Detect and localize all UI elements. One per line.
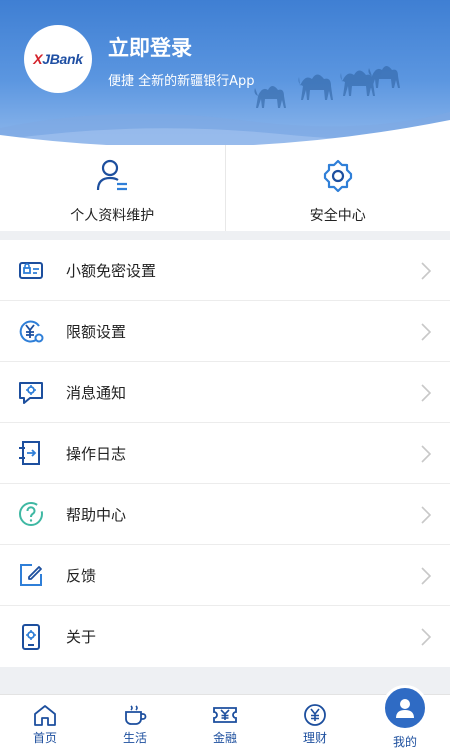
tab-label: 生活 (123, 729, 147, 746)
profile-maintenance-label: 个人资料维护 (70, 205, 154, 225)
menu-item-message-notification[interactable]: 消息通知 (0, 362, 450, 423)
tab-mine[interactable]: 我的 (360, 695, 450, 751)
xjbank-logo: XJBank (24, 25, 92, 93)
chevron-right-icon (420, 566, 432, 586)
user-icon (393, 696, 417, 720)
bottom-tab-bar: 首页 生活 金融 理财 我的 (0, 694, 450, 751)
yuan-gear-icon (16, 316, 46, 346)
active-tab-badge (382, 685, 428, 731)
quick-actions: 个人资料维护 安全中心 (0, 145, 450, 231)
chevron-right-icon (420, 627, 432, 647)
menu-item-help-center[interactable]: 帮助中心 (0, 484, 450, 545)
chevron-right-icon (420, 444, 432, 464)
menu-label: 反馈 (66, 565, 96, 586)
tab-label: 理财 (303, 729, 327, 746)
cup-icon (122, 703, 148, 727)
phone-gear-icon (16, 622, 46, 652)
menu-label: 帮助中心 (66, 504, 126, 525)
home-icon (32, 703, 58, 727)
tab-life[interactable]: 生活 (90, 695, 180, 751)
tab-label: 首页 (33, 729, 57, 746)
message-gear-icon (16, 377, 46, 407)
chevron-right-icon (420, 383, 432, 403)
logo-x: X (33, 51, 42, 67)
chevron-right-icon (420, 322, 432, 342)
yuan-circle-icon (302, 703, 328, 727)
menu-label: 限额设置 (66, 321, 126, 342)
chevron-right-icon (420, 261, 432, 281)
tab-label: 金融 (213, 729, 237, 746)
settings-menu: 小额免密设置 限额设置 消息通知 (0, 240, 450, 667)
menu-item-small-amount-password-free[interactable]: 小额免密设置 (0, 240, 450, 301)
tab-finance[interactable]: 金融 (180, 695, 270, 751)
login-subtitle: 便捷 全新的新疆银行App (108, 70, 255, 89)
log-arrow-icon (16, 438, 46, 468)
feedback-edit-icon (16, 560, 46, 590)
menu-label: 消息通知 (66, 382, 126, 403)
tab-wealth[interactable]: 理财 (270, 695, 360, 751)
menu-label: 操作日志 (66, 443, 126, 464)
menu-label: 小额免密设置 (66, 260, 156, 281)
help-icon (16, 499, 46, 529)
login-header[interactable]: XJBank 立即登录 便捷 全新的新疆银行App (0, 0, 450, 145)
security-center-label: 安全中心 (310, 205, 366, 225)
yuan-ticket-icon (211, 703, 239, 727)
logo-bank: JBank (42, 51, 83, 67)
menu-label: 关于 (66, 626, 96, 647)
login-title[interactable]: 立即登录 (108, 32, 192, 62)
menu-item-limit-settings[interactable]: 限额设置 (0, 301, 450, 362)
menu-item-feedback[interactable]: 反馈 (0, 545, 450, 606)
menu-item-about[interactable]: 关于 (0, 606, 450, 667)
card-lock-icon (16, 255, 46, 285)
user-edit-icon (93, 157, 131, 199)
security-center-button[interactable]: 安全中心 (225, 145, 450, 231)
chevron-right-icon (420, 505, 432, 525)
menu-item-operation-log[interactable]: 操作日志 (0, 423, 450, 484)
tab-label: 我的 (393, 733, 417, 750)
tab-home[interactable]: 首页 (0, 695, 90, 751)
profile-maintenance-button[interactable]: 个人资料维护 (0, 145, 225, 231)
gear-icon (319, 157, 357, 199)
